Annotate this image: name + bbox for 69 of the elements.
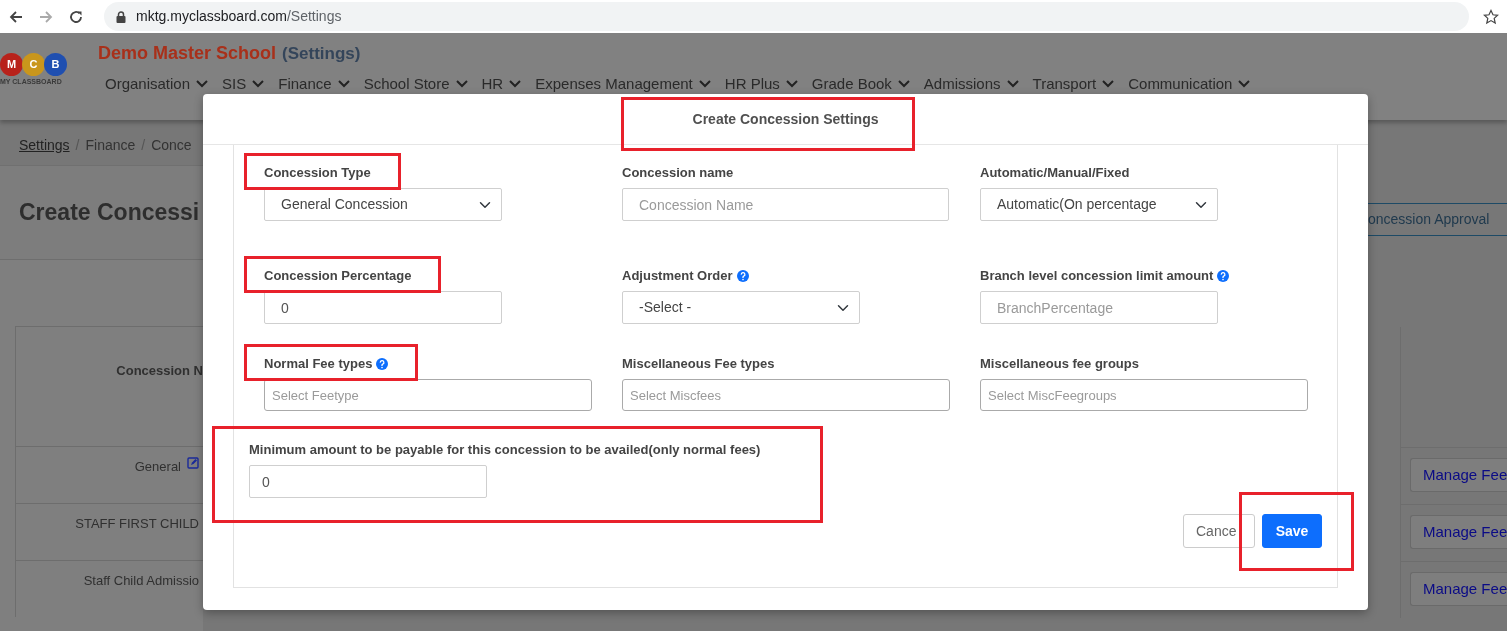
nav-menu-item[interactable]: SIS — [222, 76, 265, 92]
select-field[interactable]: -Select - — [622, 291, 860, 324]
school-title: Demo Master School (Settings) — [98, 42, 362, 65]
modal-title: Create Concession Settings — [692, 109, 879, 129]
help-icon[interactable] — [736, 270, 749, 282]
breadcrumb-separator: / — [75, 136, 80, 155]
input-field[interactable]: Select Miscfees — [622, 379, 950, 411]
url-text: mktg.myclassboard.com/Settings — [136, 7, 342, 26]
field-label: Concession Percentage — [264, 267, 412, 286]
chevron-down-icon — [785, 80, 798, 88]
manage-fee-button[interactable]: Manage Fee — [1410, 572, 1507, 606]
field-label: Miscellaneous fee groups — [980, 355, 1139, 374]
help-icon[interactable] — [1217, 270, 1230, 282]
select-field[interactable]: General Concession — [264, 188, 502, 221]
nav-menu-item[interactable]: Communication — [1128, 76, 1251, 92]
table-cell-text: Staff Child Admissio — [83, 572, 199, 590]
cancel-button[interactable]: Cance — [1183, 514, 1255, 548]
breadcrumb-item: Finance — [85, 136, 136, 155]
chevron-down-icon — [337, 80, 350, 88]
nav-menu-item[interactable]: Transport — [1032, 76, 1115, 92]
save-button[interactable]: Save — [1262, 514, 1322, 548]
chevron-down-icon — [252, 80, 265, 88]
breadcrumb-item: Conce — [151, 136, 192, 155]
back-icon[interactable] — [8, 8, 24, 25]
field-label: Normal Fee types — [264, 355, 373, 374]
manage-fee-button[interactable]: Manage Fee — [1410, 458, 1507, 492]
chevron-down-icon — [509, 80, 522, 88]
nav-menu-item[interactable]: Grade Book — [811, 76, 910, 92]
field-label: Automatic/Manual/Fixed — [980, 164, 1130, 183]
chevron-down-icon — [897, 80, 910, 88]
reload-icon[interactable] — [68, 8, 84, 25]
input-field[interactable]: Concession Name — [622, 188, 949, 221]
chevron-down-icon — [1006, 80, 1019, 88]
input-field[interactable]: BranchPercentage — [980, 291, 1218, 324]
forward-icon[interactable] — [38, 8, 54, 25]
input-field[interactable]: 0 — [264, 291, 502, 324]
nav-menu-item[interactable]: Expenses Management — [535, 76, 711, 92]
chevron-down-icon — [196, 80, 209, 88]
table-cell-text: STAFF FIRST CHILD — [75, 515, 199, 533]
bookmark-star-icon[interactable] — [1483, 8, 1499, 25]
nav-menu-item[interactable]: HR Plus — [724, 76, 798, 92]
nav-menu-item[interactable]: Admissions — [923, 76, 1019, 92]
address-bar[interactable]: mktg.myclassboard.com/Settings — [104, 2, 1469, 31]
field-label: Adjustment Order — [622, 267, 733, 286]
select-field[interactable]: Automatic(On percentage — [980, 188, 1218, 221]
breadcrumb-separator: / — [141, 136, 146, 155]
nav-menu-item[interactable]: School Store — [363, 76, 468, 92]
nav-menu-item[interactable]: Finance — [278, 76, 350, 92]
table-cell-text: General — [134, 458, 181, 476]
breadcrumb-link[interactable]: Settings — [19, 135, 70, 156]
nav-menu-item[interactable]: HR — [481, 76, 522, 92]
input-field[interactable]: Select Feetype — [264, 379, 592, 411]
field-label: Miscellaneous Fee types — [622, 355, 775, 374]
lock-icon — [116, 10, 126, 23]
nav-menu-item[interactable]: Organisation — [105, 76, 209, 92]
chevron-down-icon — [698, 80, 711, 88]
field-label: Branch level concession limit amount — [980, 267, 1214, 286]
manage-fee-button[interactable]: Manage Fee — [1410, 515, 1507, 549]
chevron-down-icon — [1238, 80, 1251, 88]
chevron-down-icon — [1102, 80, 1115, 88]
input-field[interactable]: 0 — [249, 465, 487, 498]
input-field[interactable]: Select MiscFeegroups — [980, 379, 1308, 411]
field-label: Concession Type — [264, 164, 371, 183]
edit-icon[interactable] — [187, 457, 199, 469]
field-label: Concession name — [622, 164, 734, 183]
help-icon[interactable] — [376, 358, 389, 370]
field-label: Minimum amount to be payable for this concession to be availed(only normal fees) — [249, 441, 761, 460]
chevron-down-icon — [455, 80, 468, 88]
page-heading: Create Concessi — [19, 198, 200, 228]
